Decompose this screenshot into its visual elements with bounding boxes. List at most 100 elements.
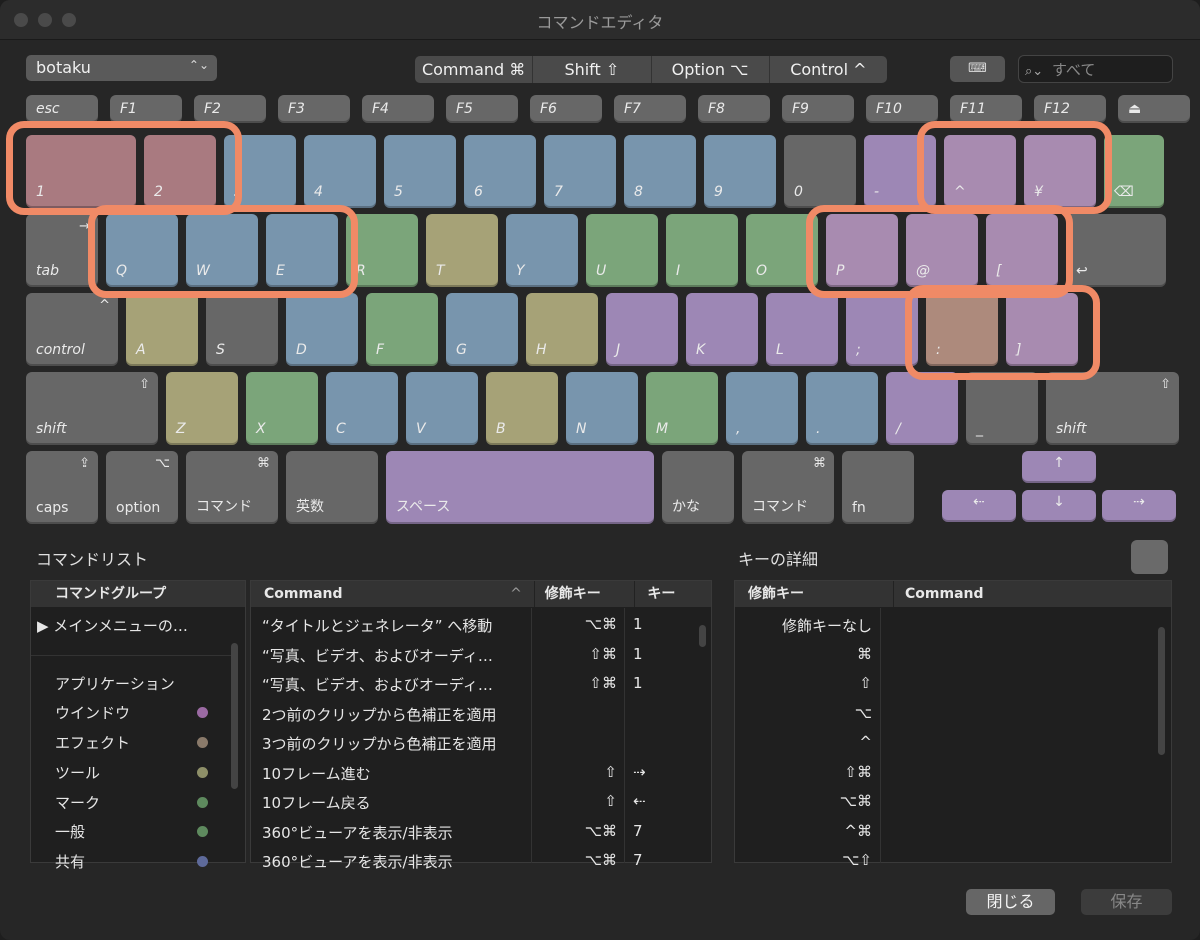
command-group-item[interactable]: アプリケーション (55, 673, 175, 694)
table-row[interactable]: 2つ前のクリップから色補正を適用 (251, 701, 697, 729)
key-U-7[interactable]: U (586, 214, 658, 287)
key-shift-12[interactable]: shift ⇧ (1046, 372, 1179, 445)
command-group-item[interactable]: マーク (55, 792, 100, 813)
table-row[interactable]: 10フレーム進む ⇧ ⇢ (251, 760, 697, 788)
key-N-6[interactable]: N (566, 372, 638, 445)
close-button[interactable]: 閉じる (966, 889, 1055, 915)
key-F9-9[interactable]: F9 (782, 95, 854, 123)
cell-cmd: 360°ビューアを表示/非表示 (262, 824, 453, 842)
key-G-5[interactable]: G (446, 293, 518, 366)
detail-modifier-row[interactable]: ⇧⌘ (735, 763, 872, 781)
command-group-item[interactable]: 共有 (55, 851, 85, 872)
key-S-2[interactable]: S (206, 293, 278, 366)
key-/-10[interactable]: / (886, 372, 958, 445)
command-group-item[interactable]: 一般 (55, 821, 85, 842)
key-F-4[interactable]: F (366, 293, 438, 366)
key-H-6[interactable]: H (526, 293, 598, 366)
key-L-9[interactable]: L (766, 293, 838, 366)
key-F10-10[interactable]: F10 (866, 95, 938, 123)
key-⏏-13[interactable]: ⏏ (1118, 95, 1190, 123)
column-modifier[interactable]: 修飾キー (535, 581, 636, 607)
key-arrow-left[interactable]: ⇠ (942, 490, 1016, 522)
key-_-11[interactable]: _ (966, 372, 1038, 445)
key-4-3[interactable]: 4 (304, 135, 376, 208)
detail-modifier-row[interactable]: ^⌘ (735, 822, 872, 840)
key-arrow-down[interactable]: ↓ (1022, 490, 1096, 522)
detail-modifier-row[interactable]: ^ (735, 733, 872, 751)
detail-modifier-row[interactable]: ⌥ (735, 704, 872, 722)
key-コマンド-2[interactable]: コマンド ⌘ (186, 451, 278, 524)
key-0-9[interactable]: 0 (784, 135, 856, 208)
key-esc-0[interactable]: esc (26, 95, 98, 123)
key-↩-13[interactable]: ↩ (1066, 214, 1166, 287)
key-A-1[interactable]: A (126, 293, 198, 366)
key-英数-3[interactable]: 英数 (286, 451, 378, 524)
table-row[interactable]: 360°ビューアを表示/非表示 ⌥⌘ 7 (251, 848, 697, 876)
key-option-1[interactable]: option ⌥ (106, 451, 178, 524)
key-.-9[interactable]: . (806, 372, 878, 445)
key-7-6[interactable]: 7 (544, 135, 616, 208)
key-F11-11[interactable]: F11 (950, 95, 1022, 123)
group-scrollbar[interactable] (231, 643, 238, 789)
key-T-5[interactable]: T (426, 214, 498, 287)
command-group-item[interactable]: エフェクト (55, 732, 130, 753)
key-fn-7[interactable]: fn (842, 451, 914, 524)
key-M-7[interactable]: M (646, 372, 718, 445)
key-8-7[interactable]: 8 (624, 135, 696, 208)
key-J-7[interactable]: J (606, 293, 678, 366)
column-detail-modifier[interactable]: 修飾キー (735, 581, 894, 607)
key-F4-4[interactable]: F4 (362, 95, 434, 123)
key-caps-0[interactable]: caps ⇪ (26, 451, 98, 524)
column-command[interactable]: Command ^ (251, 581, 535, 607)
key-F6-6[interactable]: F6 (530, 95, 602, 123)
key-control-0[interactable]: control ^ (26, 293, 118, 366)
key-Z-1[interactable]: Z (166, 372, 238, 445)
table-row[interactable]: “写真、ビデオ、およびオーディ… ⇧⌘ 1 (251, 642, 697, 670)
key-B-5[interactable]: B (486, 372, 558, 445)
detail-modifier-row[interactable]: 修飾キーなし (735, 615, 872, 636)
key-F1-1[interactable]: F1 (110, 95, 182, 123)
key-スペース-4[interactable]: スペース (386, 451, 654, 524)
detail-modifier-row[interactable]: ⌘ (735, 645, 872, 663)
key-arrow-up[interactable]: ↑ (1022, 451, 1096, 483)
table-row[interactable]: 10フレーム戻る ⇧ ⇠ (251, 789, 697, 817)
detail-modifier-row[interactable]: ⌥⇧ (735, 851, 872, 869)
detail-modifier-row[interactable]: ⇧ (735, 674, 872, 692)
key-shift-0[interactable]: shift ⇧ (26, 372, 158, 445)
key-V-4[interactable]: V (406, 372, 478, 445)
command-scrollbar[interactable] (699, 625, 706, 647)
key-F2-2[interactable]: F2 (194, 95, 266, 123)
key-arrow-right[interactable]: ⇢ (1102, 490, 1176, 522)
command-group-item[interactable]: ウインドウ (55, 702, 130, 723)
key-5-4[interactable]: 5 (384, 135, 456, 208)
table-row[interactable]: 3つ前のクリップから色補正を適用 (251, 730, 697, 758)
key-6-5[interactable]: 6 (464, 135, 536, 208)
table-row[interactable]: “写真、ビデオ、およびオーディ… ⇧⌘ 1 (251, 671, 697, 699)
key-I-8[interactable]: I (666, 214, 738, 287)
key-Y-6[interactable]: Y (506, 214, 578, 287)
key-,-8[interactable]: , (726, 372, 798, 445)
key-D-3[interactable]: D (286, 293, 358, 366)
key-C-3[interactable]: C (326, 372, 398, 445)
save-button[interactable]: 保存 (1081, 889, 1172, 915)
table-row[interactable]: “タイトルとジェネレータ” へ移動 ⌥⌘ 1 (251, 612, 697, 640)
key-9-8[interactable]: 9 (704, 135, 776, 208)
key-X-2[interactable]: X (246, 372, 318, 445)
key-⌫-13[interactable]: ⌫ (1104, 135, 1164, 208)
key-F7-7[interactable]: F7 (614, 95, 686, 123)
command-group-item[interactable]: ▶ メインメニューの… (37, 615, 188, 636)
column-key[interactable]: キー (635, 581, 711, 607)
key-F12-12[interactable]: F12 (1034, 95, 1106, 123)
key-color-swatch[interactable] (1131, 540, 1168, 574)
key-コマンド-6[interactable]: コマンド ⌘ (742, 451, 834, 524)
table-row[interactable]: 360°ビューアを表示/非表示 ⌥⌘ 7 (251, 819, 697, 847)
detail-modifier-row[interactable]: ⌥⌘ (735, 792, 872, 810)
column-detail-command[interactable]: Command (894, 581, 984, 607)
key-F5-5[interactable]: F5 (446, 95, 518, 123)
key-かな-5[interactable]: かな (662, 451, 734, 524)
key-K-8[interactable]: K (686, 293, 758, 366)
command-group-item[interactable]: ツール (55, 762, 100, 783)
key-F3-3[interactable]: F3 (278, 95, 350, 123)
detail-scrollbar[interactable] (1158, 627, 1165, 755)
key-F8-8[interactable]: F8 (698, 95, 770, 123)
